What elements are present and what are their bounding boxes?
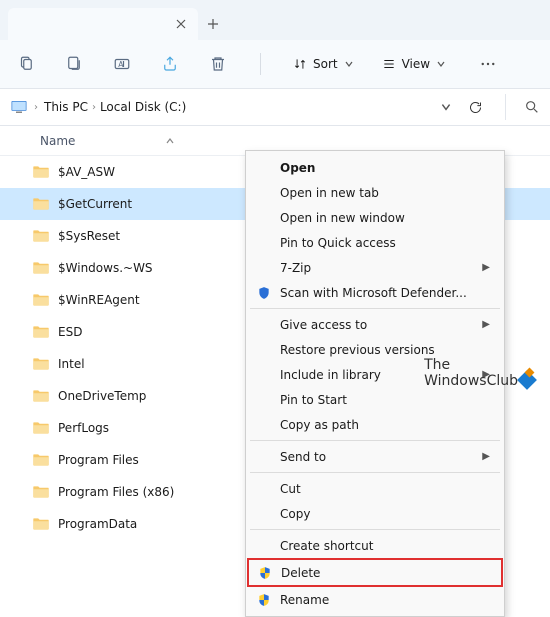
- breadcrumb-item[interactable]: This PC: [44, 100, 88, 114]
- cm-cut[interactable]: Cut: [248, 476, 502, 501]
- highlight-box: Delete: [247, 558, 503, 587]
- close-tab-icon[interactable]: [174, 17, 188, 31]
- sort-label: Sort: [313, 57, 338, 71]
- cm-separator: [250, 472, 500, 473]
- more-icon[interactable]: [478, 54, 498, 74]
- context-menu: Open Open in new tab Open in new window …: [245, 150, 505, 617]
- cut-icon[interactable]: [16, 54, 36, 74]
- chevron-right-icon: ▶: [482, 319, 490, 330]
- file-name: Program Files: [58, 453, 139, 467]
- file-name: $WinREAgent: [58, 293, 140, 307]
- cm-restore-prev[interactable]: Restore previous versions: [248, 337, 502, 362]
- folder-icon: [32, 165, 50, 179]
- pc-icon: [10, 99, 28, 115]
- cm-send-to[interactable]: Send to▶: [248, 444, 502, 469]
- file-name: Intel: [58, 357, 85, 371]
- cm-include-lib[interactable]: Include in library▶: [248, 362, 502, 387]
- file-name: ESD: [58, 325, 82, 339]
- file-name: Program Files (x86): [58, 485, 174, 499]
- tab-bar: [0, 0, 550, 40]
- delete-icon[interactable]: [208, 54, 228, 74]
- shield-icon: [256, 285, 272, 301]
- cm-pin-quick[interactable]: Pin to Quick access: [248, 230, 502, 255]
- shield-uac-icon: [257, 565, 273, 581]
- toolbar: A Sort View: [0, 40, 550, 88]
- cm-copy-path[interactable]: Copy as path: [248, 412, 502, 437]
- file-name: ProgramData: [58, 517, 137, 531]
- cm-copy[interactable]: Copy: [248, 501, 502, 526]
- cm-open-new-window[interactable]: Open in new window: [248, 205, 502, 230]
- cm-give-access[interactable]: Give access to▶: [248, 312, 502, 337]
- folder-icon: [32, 325, 50, 339]
- folder-icon: [32, 229, 50, 243]
- sort-caret-icon: [165, 136, 175, 146]
- column-name-label: Name: [40, 134, 75, 148]
- folder-icon: [32, 261, 50, 275]
- chevron-right-icon: ›: [92, 102, 96, 113]
- new-tab-button[interactable]: [198, 8, 228, 40]
- addr-separator: [505, 94, 506, 120]
- folder-icon: [32, 453, 50, 467]
- active-tab[interactable]: [8, 8, 198, 40]
- folder-icon: [32, 517, 50, 531]
- cm-open[interactable]: Open: [248, 155, 502, 180]
- folder-icon: [32, 485, 50, 499]
- view-label: View: [402, 57, 430, 71]
- cm-pin-start[interactable]: Pin to Start: [248, 387, 502, 412]
- folder-icon: [32, 421, 50, 435]
- cm-separator: [250, 308, 500, 309]
- breadcrumb-item[interactable]: Local Disk (C:): [100, 100, 186, 114]
- folder-icon: [32, 293, 50, 307]
- folder-icon: [32, 389, 50, 403]
- file-name: $AV_ASW: [58, 165, 115, 179]
- toolbar-separator: [260, 53, 261, 75]
- chevron-right-icon[interactable]: ›: [34, 102, 38, 113]
- file-name: $Windows.~WS: [58, 261, 153, 275]
- view-button[interactable]: View: [382, 57, 446, 71]
- chevron-right-icon: ▶: [482, 369, 490, 380]
- file-name: $GetCurrent: [58, 197, 132, 211]
- cm-separator: [250, 529, 500, 530]
- copy-icon[interactable]: [64, 54, 84, 74]
- file-name: $SysReset: [58, 229, 120, 243]
- file-name: PerfLogs: [58, 421, 109, 435]
- file-name: OneDriveTemp: [58, 389, 146, 403]
- sort-button[interactable]: Sort: [293, 57, 354, 71]
- rename-icon[interactable]: A: [112, 54, 132, 74]
- breadcrumb: This PC › Local Disk (C:): [44, 100, 434, 114]
- cm-rename[interactable]: Rename: [248, 587, 502, 612]
- cm-separator: [250, 440, 500, 441]
- shield-uac-icon: [256, 592, 272, 608]
- folder-icon: [32, 357, 50, 371]
- cm-7zip[interactable]: 7-Zip▶: [248, 255, 502, 280]
- address-bar[interactable]: › This PC › Local Disk (C:): [0, 88, 550, 126]
- cm-create-shortcut[interactable]: Create shortcut: [248, 533, 502, 558]
- cm-delete[interactable]: Delete: [249, 560, 501, 585]
- folder-icon: [32, 197, 50, 211]
- chevron-right-icon: ▶: [482, 262, 490, 273]
- chevron-down-icon[interactable]: [440, 101, 452, 113]
- chevron-right-icon: ▶: [482, 451, 490, 462]
- refresh-icon[interactable]: [468, 100, 483, 115]
- share-icon[interactable]: [160, 54, 180, 74]
- cm-scan-defender[interactable]: Scan with Microsoft Defender...: [248, 280, 502, 305]
- cm-open-new-tab[interactable]: Open in new tab: [248, 180, 502, 205]
- search-icon[interactable]: [524, 99, 540, 115]
